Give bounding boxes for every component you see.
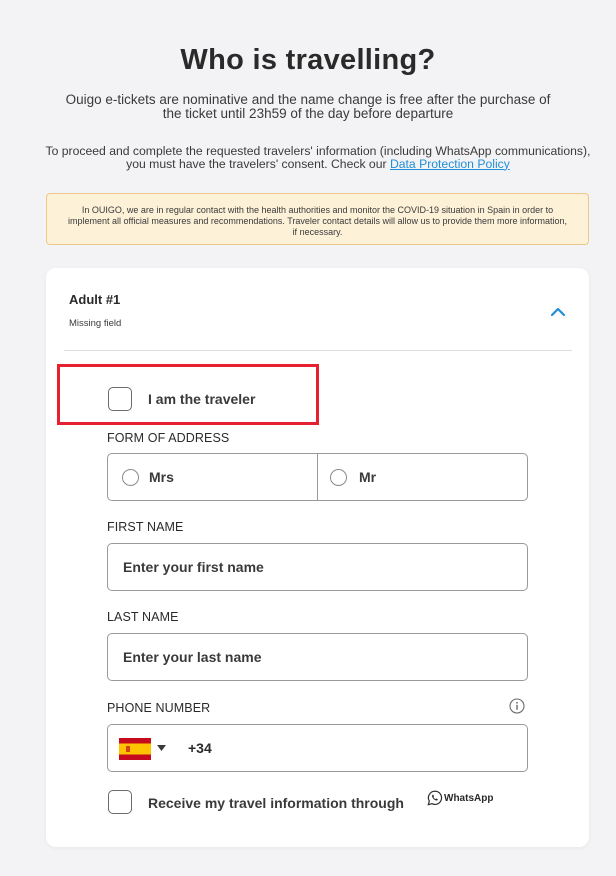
- radio-mrs-label[interactable]: Mrs: [149, 469, 174, 485]
- form-of-address-group: Mrs Mr: [107, 453, 528, 501]
- covid-notice: In OUIGO, we are in regular contact with…: [46, 193, 589, 245]
- whatsapp-icon: [427, 790, 443, 806]
- spain-flag-icon[interactable]: [119, 738, 151, 760]
- radio-separator: [317, 454, 318, 500]
- radio-mr-label[interactable]: Mr: [359, 469, 376, 485]
- radio-mr[interactable]: [330, 469, 347, 486]
- info-icon[interactable]: [509, 698, 525, 714]
- whatsapp-optin-checkbox[interactable]: [108, 790, 132, 814]
- consent-text: To proceed and complete the requested tr…: [40, 145, 596, 170]
- last-name-label: LAST NAME: [107, 610, 179, 624]
- dial-code: +34: [188, 740, 212, 756]
- phone-number-label: PHONE NUMBER: [107, 701, 211, 715]
- page-subtitle: Ouigo e-tickets are nominative and the n…: [65, 92, 551, 121]
- first-name-label: FIRST NAME: [107, 520, 184, 534]
- page-title: Who is travelling?: [180, 44, 436, 76]
- data-protection-policy-link[interactable]: Data Protection Policy: [390, 157, 510, 171]
- card-divider: [64, 350, 572, 351]
- radio-mrs[interactable]: [122, 469, 139, 486]
- whatsapp-optin-label: Receive my travel information through: [148, 795, 404, 811]
- phone-number-field[interactable]: +34: [107, 724, 528, 772]
- last-name-input[interactable]: [107, 633, 528, 681]
- i-am-traveler-checkbox[interactable]: [108, 387, 132, 411]
- caret-down-icon[interactable]: [157, 745, 166, 751]
- first-name-input[interactable]: [107, 543, 528, 591]
- whatsapp-brand-text: WhatsApp: [444, 793, 494, 804]
- traveler-card-title: Adult #1: [69, 292, 121, 307]
- i-am-traveler-label: I am the traveler: [148, 391, 256, 407]
- form-of-address-label: FORM OF ADDRESS: [107, 431, 230, 445]
- missing-field-status: Missing field: [69, 318, 122, 329]
- chevron-up-icon[interactable]: [549, 305, 567, 319]
